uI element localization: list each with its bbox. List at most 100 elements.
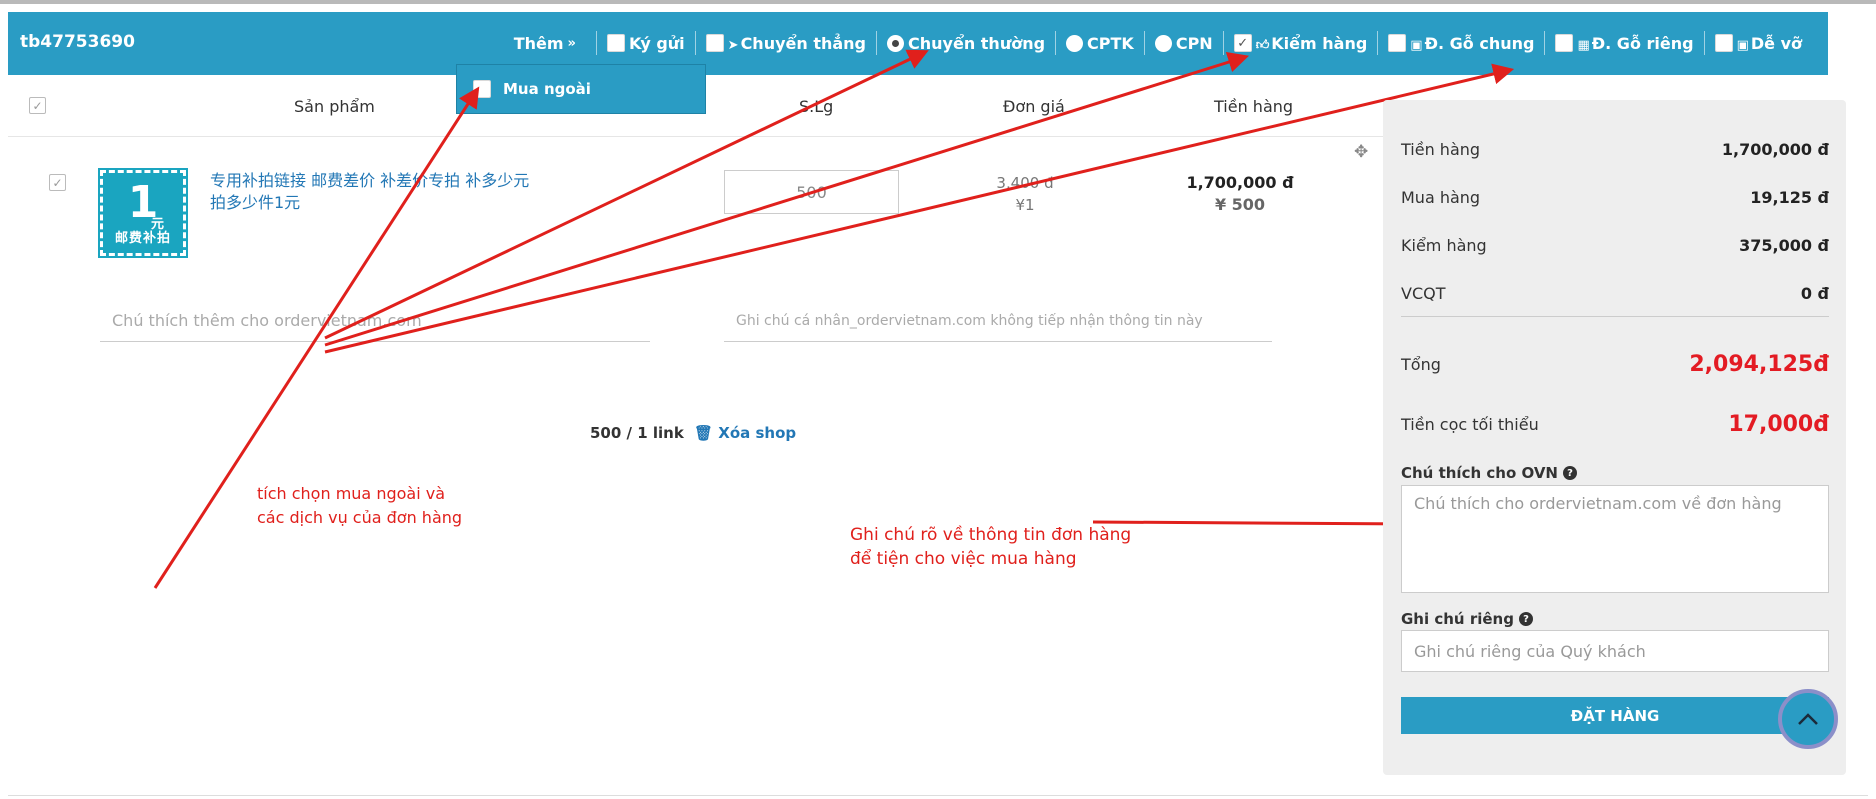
cpn-radio[interactable] bbox=[1154, 34, 1172, 52]
divider bbox=[876, 31, 878, 55]
divider bbox=[1377, 31, 1379, 55]
option-label: Ký gửi bbox=[628, 33, 685, 53]
product-name-link[interactable]: 专用补拍链接 邮费差价 补差价专拍 补多少元拍多少件1元 bbox=[210, 170, 540, 214]
annotation-line: Ghi chú rõ về thông tin đơn hàng bbox=[850, 525, 1132, 545]
summary-label: VCQT bbox=[1401, 284, 1446, 303]
summary-label: Tiền hàng bbox=[1401, 140, 1481, 159]
col-amount: Tiền hàng bbox=[1214, 97, 1294, 116]
summary-row: Kiểm hàng 375,000 đ bbox=[1401, 236, 1829, 255]
price-vnd: 3,400 đ bbox=[996, 174, 1054, 192]
option-kiem-hang[interactable]: ✓ 👍︎ Kiểm hàng bbox=[1228, 30, 1374, 56]
divider bbox=[595, 31, 597, 55]
product-thumbnail[interactable]: 1 元 邮费补拍 bbox=[98, 168, 188, 258]
col-product: Sản phẩm bbox=[294, 97, 375, 116]
de-vo-checkbox[interactable] bbox=[1714, 34, 1733, 52]
place-order-button[interactable]: ĐẶT HÀNG bbox=[1401, 697, 1829, 734]
more-label: Thêm bbox=[513, 33, 564, 53]
box-icon: ▣ bbox=[1736, 37, 1749, 53]
col-price: Đơn giá bbox=[1003, 97, 1065, 116]
thumbs-up-icon: 👍︎ bbox=[1255, 37, 1270, 53]
option-dong-go-rieng[interactable]: ▦ Đ. Gỗ riêng bbox=[1549, 30, 1699, 56]
chevron-double-down-icon: » bbox=[567, 35, 576, 51]
deposit-label: Tiền cọc tối thiểu bbox=[1401, 415, 1539, 434]
ky-gui-checkbox[interactable] bbox=[606, 34, 625, 52]
arrow-to-ovn-note bbox=[1092, 513, 1420, 535]
dong-go-chung-checkbox[interactable] bbox=[1388, 34, 1407, 52]
option-label-wrap: 👍︎ Kiểm hàng bbox=[1256, 34, 1368, 53]
summary-label: Kiểm hàng bbox=[1401, 236, 1487, 255]
box-icon: ▣ bbox=[1410, 37, 1423, 53]
chuyen-thuong-radio[interactable] bbox=[887, 34, 905, 52]
move-icon[interactable]: ✥ bbox=[1354, 142, 1368, 162]
option-label: Đ. Gỗ chung bbox=[1424, 33, 1535, 53]
thumb-number: 1 bbox=[127, 177, 159, 228]
option-chuyen-thuong[interactable]: Chuyển thường bbox=[881, 30, 1051, 56]
question-icon[interactable]: ? bbox=[1562, 466, 1577, 480]
summary-divider bbox=[1401, 316, 1829, 317]
scroll-to-top-button[interactable] bbox=[1778, 689, 1838, 749]
private-note-label: Ghi chú riêng ? bbox=[1401, 610, 1533, 628]
summary-row: VCQT 0 đ bbox=[1401, 284, 1829, 303]
option-cptk[interactable]: CPTK bbox=[1060, 30, 1140, 56]
trash-icon: 🗑︎ bbox=[694, 424, 714, 442]
product-note-input[interactable] bbox=[100, 300, 650, 342]
kiem-hang-checkbox[interactable]: ✓ bbox=[1233, 34, 1252, 52]
rocket-icon: ➤ bbox=[727, 37, 739, 53]
summary-row: Tiền hàng 1,700,000 đ bbox=[1401, 140, 1829, 159]
option-label: Dễ vỡ bbox=[1750, 33, 1802, 53]
option-label: Kiểm hàng bbox=[1271, 33, 1368, 53]
shop-header-bar: tb47753690 Thêm » Ký gửi ➤ Chuyển thẳng C… bbox=[8, 12, 1828, 75]
mua-ngoai-label[interactable]: Mua ngoài bbox=[503, 80, 591, 98]
option-label: Đ. Gỗ riêng bbox=[1591, 33, 1694, 53]
product-checkbox[interactable]: ✓ bbox=[49, 174, 66, 191]
total-label: Tổng bbox=[1401, 355, 1441, 374]
amount-cny: ¥ 500 bbox=[1214, 195, 1266, 214]
total-row: Tổng 2,094,125đ bbox=[1401, 352, 1829, 377]
shop-item-count: 500 / 1 link bbox=[590, 424, 684, 442]
summary-value: 0 đ bbox=[1800, 284, 1829, 303]
cptk-radio[interactable] bbox=[1066, 34, 1084, 52]
annotation-line: tích chọn mua ngoài và bbox=[257, 484, 446, 503]
window-top-border bbox=[0, 0, 1876, 4]
annotation-line: các dịch vụ của đơn hàng bbox=[257, 508, 463, 527]
divider bbox=[1544, 31, 1546, 55]
divider bbox=[1055, 31, 1057, 55]
boxes-icon: ▦ bbox=[1577, 37, 1590, 53]
ovn-note-label-text: Chú thích cho OVN bbox=[1401, 464, 1558, 482]
divider bbox=[1703, 31, 1705, 55]
summary-value: 1,700,000 đ bbox=[1721, 140, 1829, 159]
option-label: Chuyển thường bbox=[908, 33, 1046, 53]
option-dong-go-chung[interactable]: ▣ Đ. Gỗ chung bbox=[1382, 30, 1540, 56]
ovn-note-textarea[interactable] bbox=[1401, 485, 1829, 593]
delete-shop-button[interactable]: 🗑︎ Xóa shop bbox=[694, 424, 796, 442]
select-all-checkbox[interactable]: ✓ bbox=[29, 97, 46, 114]
more-dropdown-toggle[interactable]: Thêm » bbox=[508, 30, 592, 56]
private-note-input[interactable] bbox=[1401, 630, 1829, 672]
dong-go-rieng-checkbox[interactable] bbox=[1555, 34, 1574, 52]
order-summary-panel: Tiền hàng 1,700,000 đ Mua hàng 19,125 đ … bbox=[1383, 100, 1846, 775]
order-cart-page: tb47753690 Thêm » Ký gửi ➤ Chuyển thẳng C… bbox=[0, 0, 1876, 799]
divider bbox=[1222, 31, 1224, 55]
option-cpn[interactable]: CPN bbox=[1149, 30, 1219, 56]
option-ky-gui[interactable]: Ký gửi bbox=[601, 30, 691, 56]
annotation-right: Ghi chú rõ về thông tin đơn hàng để tiện… bbox=[850, 523, 1131, 571]
quantity-input[interactable]: 500 bbox=[724, 170, 899, 214]
chuyen-thang-checkbox[interactable] bbox=[705, 34, 724, 52]
divider bbox=[694, 31, 696, 55]
mua-ngoai-checkbox[interactable] bbox=[473, 80, 491, 98]
shop-id: tb47753690 bbox=[20, 32, 135, 52]
more-dropdown-menu: Mua ngoài bbox=[456, 64, 706, 114]
option-label: CPTK bbox=[1087, 33, 1134, 53]
option-de-vo[interactable]: ▣ Dễ vỡ bbox=[1709, 30, 1808, 56]
question-icon[interactable]: ? bbox=[1518, 612, 1533, 626]
option-chuyen-thang[interactable]: ➤ Chuyển thẳng bbox=[700, 30, 872, 56]
deposit-value: 17,000đ bbox=[1728, 412, 1829, 437]
price-cny: ¥1 bbox=[1015, 196, 1035, 214]
col-qty: S.Lg bbox=[799, 97, 834, 116]
chevron-up-icon bbox=[1798, 713, 1818, 725]
delete-shop-label: Xóa shop bbox=[718, 424, 797, 442]
private-product-note-input[interactable] bbox=[724, 300, 1272, 342]
thumb-yuan: 元 bbox=[151, 217, 165, 232]
amount-vnd: 1,700,000 đ bbox=[1186, 173, 1294, 192]
summary-value: 19,125 đ bbox=[1750, 188, 1829, 207]
